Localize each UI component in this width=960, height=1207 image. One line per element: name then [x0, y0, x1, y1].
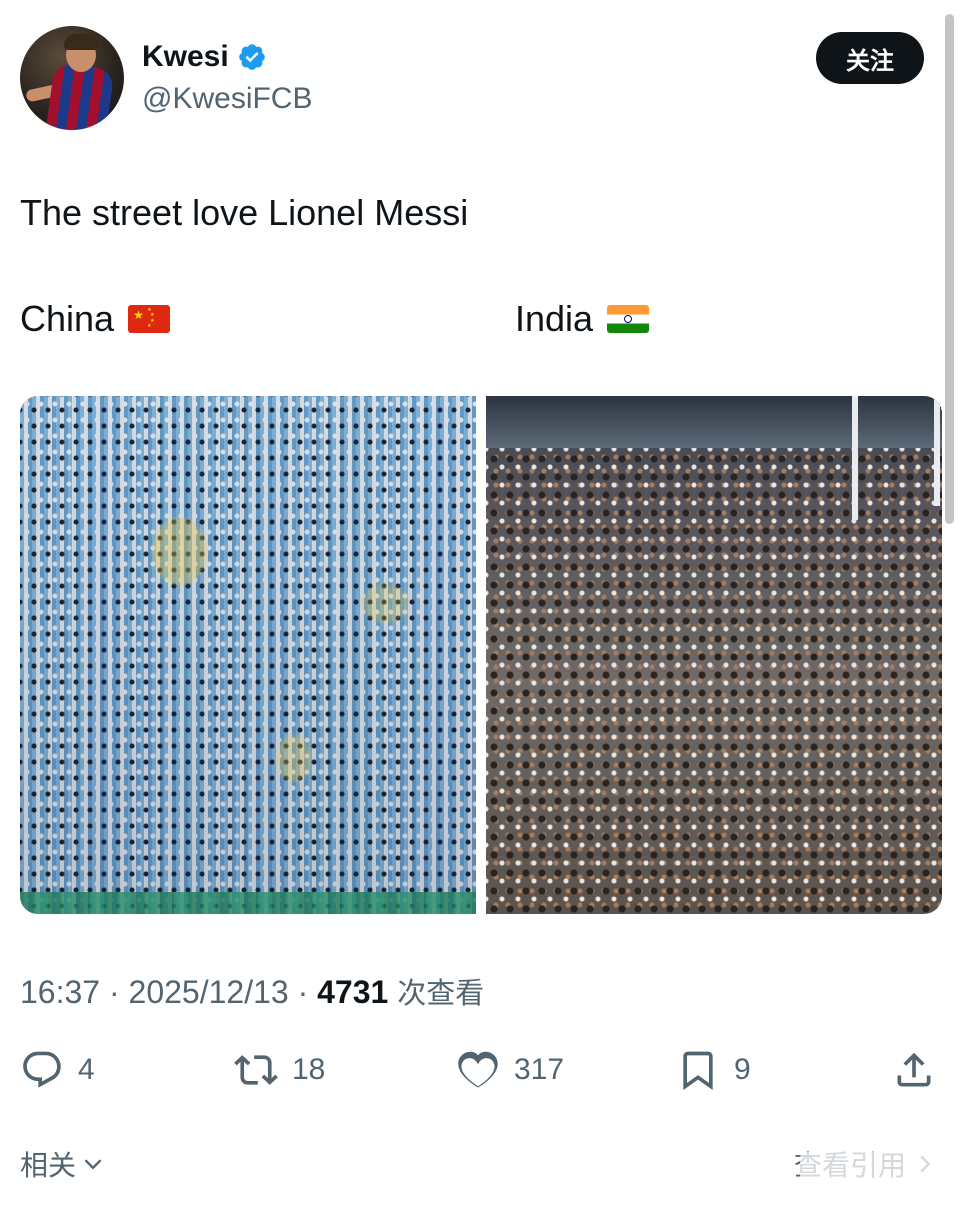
- avatar[interactable]: [20, 26, 124, 130]
- china-flag-icon: ★ ★ ★ ★ ★: [128, 305, 171, 333]
- scrollbar[interactable]: [945, 14, 954, 524]
- related-label: 相关: [20, 1149, 77, 1182]
- reply-button[interactable]: 4: [20, 1048, 95, 1092]
- related-link[interactable]: 相关: [20, 1144, 106, 1184]
- chevron-down-icon: [84, 1159, 102, 1170]
- photo-india-crowd[interactable]: [486, 396, 942, 914]
- india-flag-icon: [607, 305, 650, 333]
- tweet-text: The street love Lionel Messi: [20, 192, 469, 233]
- action-bar: 4 18 317 9: [20, 1048, 936, 1098]
- label-china-text: China: [20, 298, 115, 339]
- bookmark-button[interactable]: 9: [676, 1048, 751, 1092]
- bookmark-icon: [683, 1051, 713, 1091]
- tweet-date[interactable]: 2025/12/13: [129, 974, 289, 1010]
- display-name[interactable]: Kwesi: [142, 40, 229, 74]
- share-icon: [897, 1052, 931, 1087]
- label-india-text: India: [515, 298, 594, 339]
- meta-separator: ·: [108, 974, 120, 1010]
- follow-button[interactable]: 关注: [816, 32, 924, 84]
- label-china: China ★ ★ ★ ★ ★: [20, 298, 171, 340]
- tweet-header: Kwesi @KwesiFCB 关注: [20, 26, 924, 132]
- user-handle[interactable]: @KwesiFCB: [142, 82, 312, 116]
- watermark-overlay: [800, 1152, 950, 1196]
- verified-badge-icon: [238, 44, 265, 70]
- tweet-meta: 16:37 · 2025/12/13 · 4731 次查看: [20, 970, 484, 1012]
- label-india: India: [515, 298, 650, 340]
- share-button[interactable]: [892, 1048, 936, 1092]
- photo-china-crowd[interactable]: [20, 396, 476, 914]
- tweet-time[interactable]: 16:37: [20, 974, 100, 1010]
- name-row: Kwesi: [142, 40, 267, 74]
- view-count: 4731: [317, 974, 389, 1010]
- retweet-icon: [234, 1055, 278, 1085]
- retweet-count: 18: [292, 1053, 326, 1086]
- reply-icon: [23, 1051, 61, 1088]
- retweet-button[interactable]: 18: [234, 1048, 325, 1092]
- tweet-media: [20, 396, 942, 914]
- view-count-label: 次查看: [397, 976, 485, 1010]
- reply-count: 4: [78, 1053, 95, 1086]
- meta-separator-2: ·: [297, 974, 309, 1010]
- like-count: 317: [514, 1053, 565, 1086]
- like-button[interactable]: 317: [456, 1048, 564, 1092]
- bookmark-count: 9: [734, 1053, 751, 1086]
- heart-icon: [458, 1051, 498, 1088]
